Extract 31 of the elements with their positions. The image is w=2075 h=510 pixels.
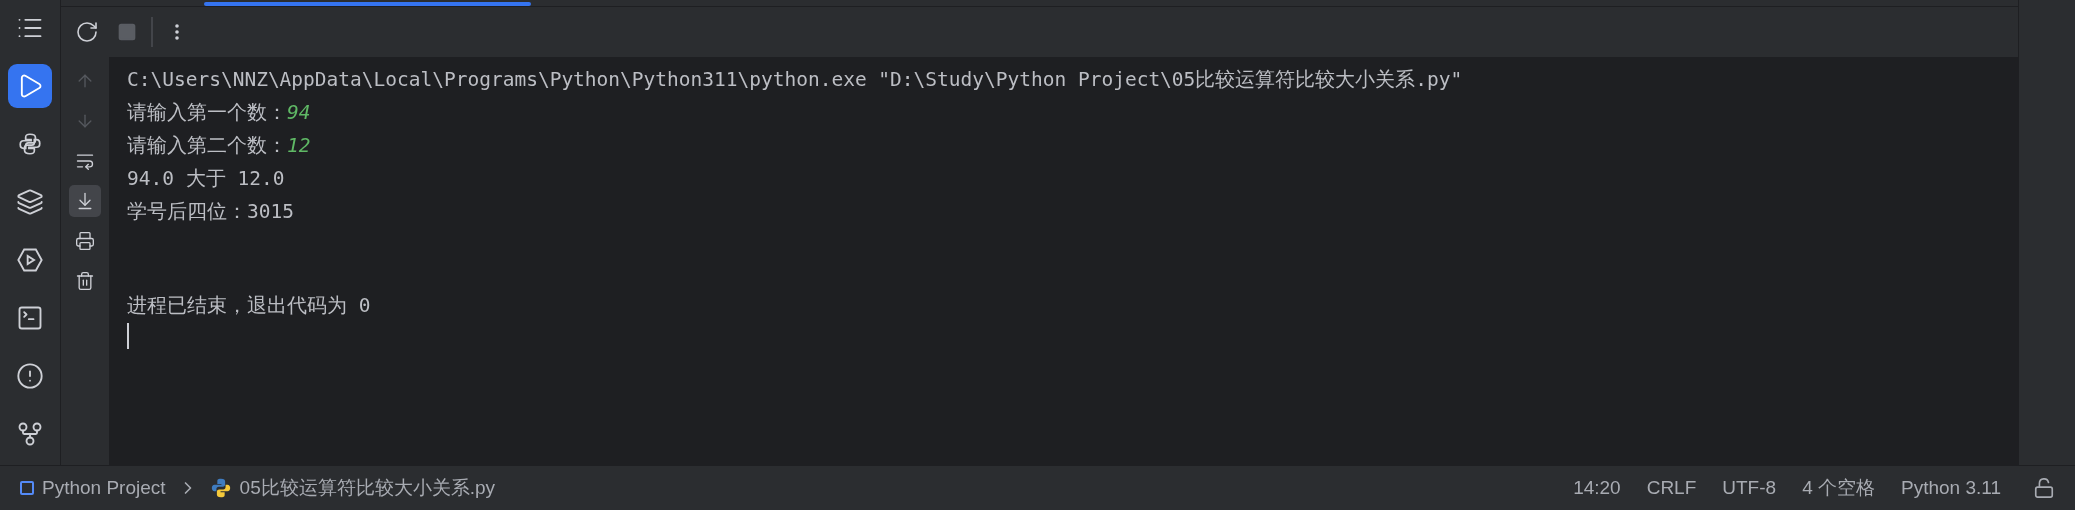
breadcrumb-item[interactable]: Python Project: [42, 477, 166, 499]
console-output-text: 请输入第二个数：: [127, 133, 287, 159]
python-icon: [17, 131, 43, 157]
rerun-icon: [75, 20, 99, 44]
console-output-text: 请输入第一个数：: [127, 100, 287, 126]
console-output-text: C:\Users\NNZ\AppData\Local\Programs\Python\Python311\python.exe "D:\Study\Python Project\05比较运算符比较大小关系.py": [127, 67, 1463, 93]
status-item[interactable]: 14:20: [1573, 477, 1621, 499]
print-icon: [75, 231, 95, 251]
breadcrumb-item[interactable]: 05比较运算符比较大小关系.py: [239, 475, 496, 501]
user-input-text: 94: [287, 101, 311, 124]
user-input-text: 12: [287, 134, 311, 157]
trash-icon: [75, 271, 95, 291]
layers-icon: [16, 188, 44, 216]
project-icon: [20, 481, 34, 495]
console-output-text: 94.0 大于 12.0: [127, 166, 285, 192]
more-icon: [175, 24, 179, 40]
scroll-end-button[interactable]: [69, 185, 101, 217]
status-item[interactable]: CRLF: [1646, 477, 1697, 499]
status-item[interactable]: Python 3.11: [1901, 477, 2001, 499]
terminal-icon: [16, 304, 44, 332]
status-item[interactable]: 4 个空格: [1802, 475, 1875, 501]
python-file-icon: [209, 477, 232, 499]
branch-icon: [16, 420, 44, 448]
status-item[interactable]: UTF-8: [1722, 477, 1777, 499]
unlocked-icon[interactable]: [2033, 477, 2055, 499]
console-output-text: 进程已结束，退出代码为 0: [127, 293, 371, 319]
hexagon-play-icon: [16, 246, 44, 274]
alert-icon: [16, 362, 44, 390]
stop-icon: [117, 22, 137, 42]
console-output-text: 学号后四位：3015: [127, 199, 294, 225]
run-button[interactable]: [8, 64, 52, 108]
